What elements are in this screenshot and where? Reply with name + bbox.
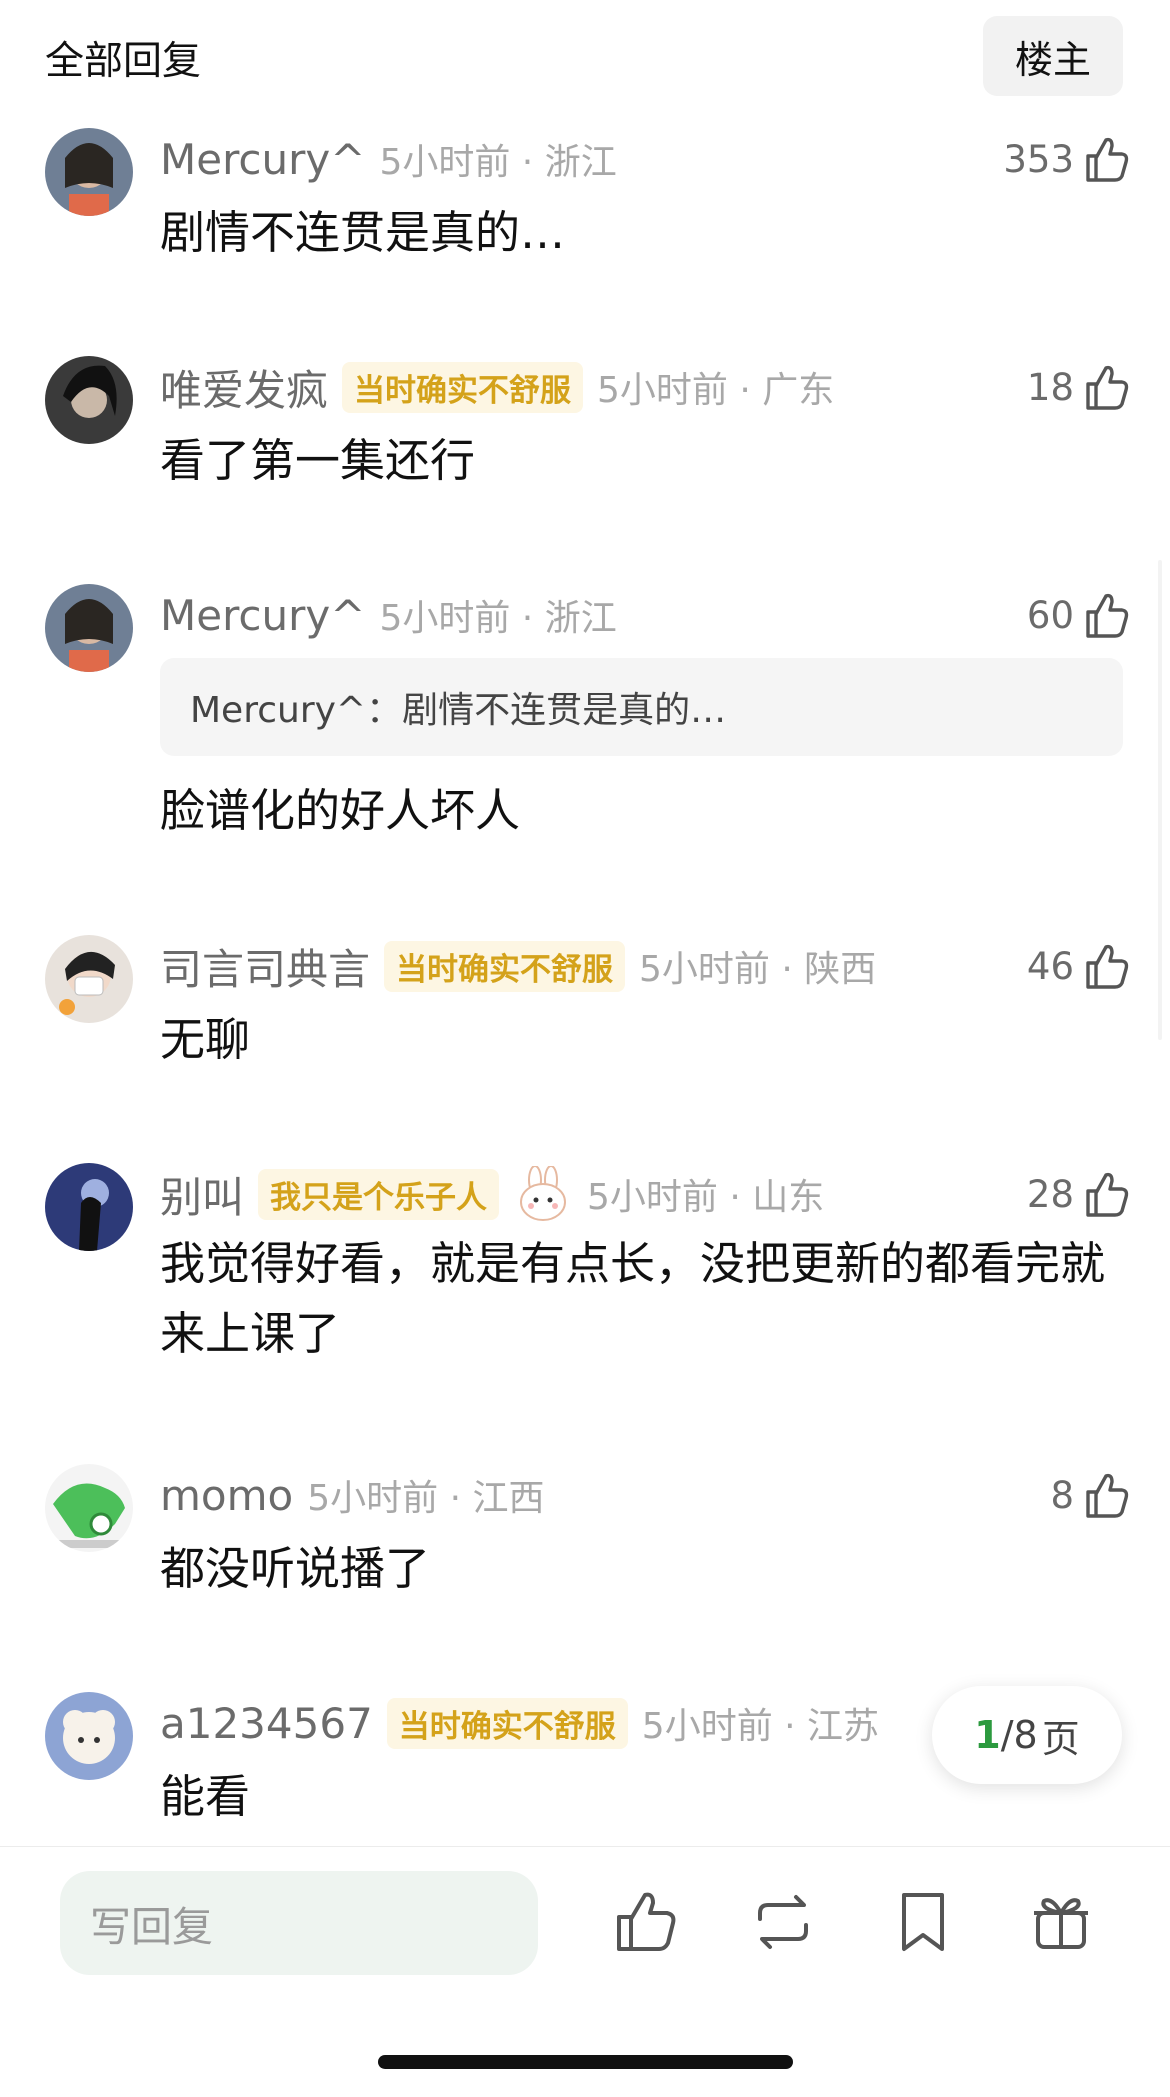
like-count: 353 — [1003, 137, 1074, 181]
gift-icon[interactable] — [1028, 1889, 1094, 1955]
username[interactable]: Mercury^ — [160, 591, 365, 640]
bookmark-icon[interactable] — [890, 1889, 956, 1955]
scrollbar[interactable] — [1158, 560, 1162, 1040]
bunny-sticker-icon — [520, 1166, 567, 1221]
avatar[interactable] — [45, 584, 133, 672]
timestamp-location: 5小时前 · 山东 — [587, 1177, 825, 1218]
avatar[interactable] — [45, 1163, 133, 1251]
username[interactable]: 别叫 — [160, 1164, 244, 1225]
avatar[interactable] — [45, 1692, 133, 1780]
thumbs-up-icon[interactable] — [1082, 362, 1130, 412]
avatar[interactable] — [45, 1464, 133, 1552]
comment-meta: Mercury^ 5小时前 · 浙江 — [160, 590, 617, 640]
like-control[interactable]: 18 — [1027, 362, 1130, 412]
comment-text: 无聊 — [160, 1013, 251, 1066]
current-page: 1 — [974, 1713, 1001, 1757]
timestamp-location: 5小时前 · 江西 — [307, 1478, 545, 1519]
comment-meta: a1234567 当时确实不舒服 5小时前 · 江苏 — [160, 1697, 880, 1749]
page-unit: 页 — [1041, 1716, 1080, 1761]
fan-badge: 当时确实不舒服 — [386, 1697, 628, 1749]
avatar[interactable] — [45, 935, 133, 1023]
page-title: 全部回复 — [45, 39, 202, 84]
home-indicator[interactable] — [378, 2055, 793, 2069]
fan-badge: 我只是个乐子人 — [258, 1168, 500, 1220]
timestamp-location: 5小时前 · 浙江 — [379, 598, 617, 639]
comment-meta: Mercury^ 5小时前 · 浙江 — [160, 134, 617, 184]
thumbs-up-icon[interactable] — [1082, 590, 1130, 640]
comment-text: 看了第一集还行 — [160, 434, 476, 487]
timestamp-location: 5小时前 · 广东 — [597, 370, 835, 411]
username[interactable]: Mercury^ — [160, 135, 365, 184]
page-indicator-button[interactable]: 1 /8 页 — [932, 1686, 1122, 1784]
header: 全部回复 楼主 — [0, 0, 1170, 110]
username[interactable]: 司言司典言 — [160, 936, 370, 997]
like-count: 18 — [1026, 365, 1074, 409]
repost-icon[interactable] — [750, 1889, 816, 1955]
thumbs-up-icon[interactable] — [1082, 134, 1130, 184]
comment-text: 都没听说播了 — [160, 1542, 431, 1595]
comment-meta: momo 5小时前 · 江西 — [160, 1470, 544, 1520]
reply-input[interactable]: 写回复 — [60, 1871, 538, 1975]
like-icon[interactable] — [613, 1889, 679, 1955]
like-count: 8 — [1050, 1473, 1074, 1517]
like-count: 46 — [1026, 944, 1074, 988]
like-count: 28 — [1026, 1172, 1074, 1216]
timestamp-location: 5小时前 · 浙江 — [379, 142, 617, 183]
fan-badge: 当时确实不舒服 — [384, 940, 626, 992]
louzhu-filter-button[interactable]: 楼主 — [983, 16, 1123, 96]
timestamp-location: 5小时前 · 江苏 — [641, 1706, 880, 1747]
timestamp-location: 5小时前 · 陕西 — [639, 949, 877, 990]
like-control[interactable]: 353 — [1003, 134, 1130, 184]
like-control[interactable]: 46 — [1027, 941, 1130, 991]
quoted-reply[interactable]: Mercury^：剧情不连贯是真的… — [160, 658, 1123, 756]
username[interactable]: momo — [160, 1471, 293, 1520]
comment-meta: 司言司典言 当时确实不舒服 5小时前 · 陕西 — [160, 940, 877, 994]
like-control[interactable]: 28 — [1027, 1169, 1130, 1219]
comment-text: 我觉得好看，就是有点长，没把更新的都看完就来上课了 — [160, 1237, 1106, 1360]
thumbs-up-icon[interactable] — [1082, 941, 1130, 991]
avatar[interactable] — [45, 128, 133, 216]
like-control[interactable]: 8 — [1050, 1470, 1130, 1520]
thumbs-up-icon[interactable] — [1082, 1470, 1130, 1520]
username[interactable]: a1234567 — [160, 1699, 373, 1748]
like-control[interactable]: 60 — [1027, 590, 1130, 640]
total-pages: /8 — [1000, 1713, 1038, 1757]
comment-meta: 唯爱发疯 当时确实不舒服 5小时前 · 广东 — [160, 361, 835, 415]
fan-badge: 当时确实不舒服 — [342, 361, 584, 413]
comment-meta: 别叫 我只是个乐子人 5小时前 · 山东 — [160, 1166, 825, 1222]
like-count: 60 — [1026, 593, 1074, 637]
username[interactable]: 唯爱发疯 — [160, 357, 328, 418]
comment-text: 剧情不连贯是真的… — [160, 206, 566, 259]
thumbs-up-icon[interactable] — [1082, 1169, 1130, 1219]
comment-text: 脸谱化的好人坏人 — [160, 784, 521, 837]
avatar[interactable] — [45, 356, 133, 444]
